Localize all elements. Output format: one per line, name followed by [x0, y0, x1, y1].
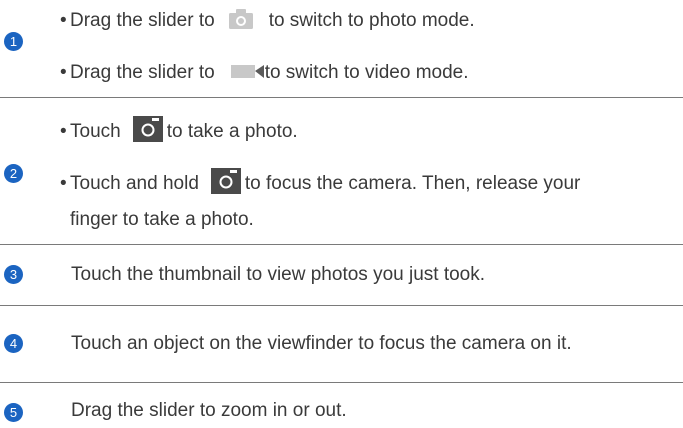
instruction-text: to switch to video mode.	[264, 62, 469, 83]
instruction-table: 1 • Drag the slider to to switch to photo …	[0, 0, 683, 428]
instruction-text: Touch	[70, 121, 121, 143]
bullet: •	[60, 121, 67, 143]
instruction-line: • Touch and hold to focus the camera. Then…	[60, 168, 581, 197]
row-divider	[0, 244, 683, 245]
bullet: •	[60, 173, 67, 195]
instruction-text: to take a photo.	[166, 121, 298, 143]
video-mode-icon	[230, 61, 265, 81]
shutter-icon	[210, 168, 241, 194]
instruction-line: • Drag the slider to to switch to photo mo…	[60, 8, 475, 33]
step-number-badge: 5	[4, 403, 23, 422]
instruction-text: to switch to photo mode.	[268, 10, 475, 31]
instruction-line: Drag the slider to zoom in or out.	[71, 400, 347, 421]
step-number-badge: 4	[4, 334, 23, 353]
step-number-badge: 2	[4, 164, 23, 183]
bullet: •	[60, 62, 67, 83]
row-divider	[0, 382, 683, 383]
bullet: •	[60, 10, 67, 31]
instruction-line: finger to take a photo.	[70, 209, 254, 230]
instruction-line: • Drag the slider to to switch to video mo…	[60, 61, 469, 85]
camera-mode-icon	[228, 8, 253, 29]
instruction-text: to focus the camera. Then, release your	[244, 173, 581, 195]
instruction-text: Drag the slider to	[70, 10, 215, 31]
instruction-line: Touch an object on the viewfinder to foc…	[71, 333, 572, 354]
instruction-line: Touch the thumbnail to view photos you j…	[71, 264, 486, 285]
step-number-badge: 1	[4, 32, 23, 51]
shutter-icon	[132, 116, 163, 142]
instruction-text: Drag the slider to	[70, 62, 215, 83]
instruction-line: • Touch to take a photo.	[60, 116, 298, 145]
step-number-badge: 3	[4, 265, 23, 284]
row-divider	[0, 97, 683, 98]
instruction-text: Touch and hold	[70, 173, 199, 195]
row-divider	[0, 305, 683, 306]
